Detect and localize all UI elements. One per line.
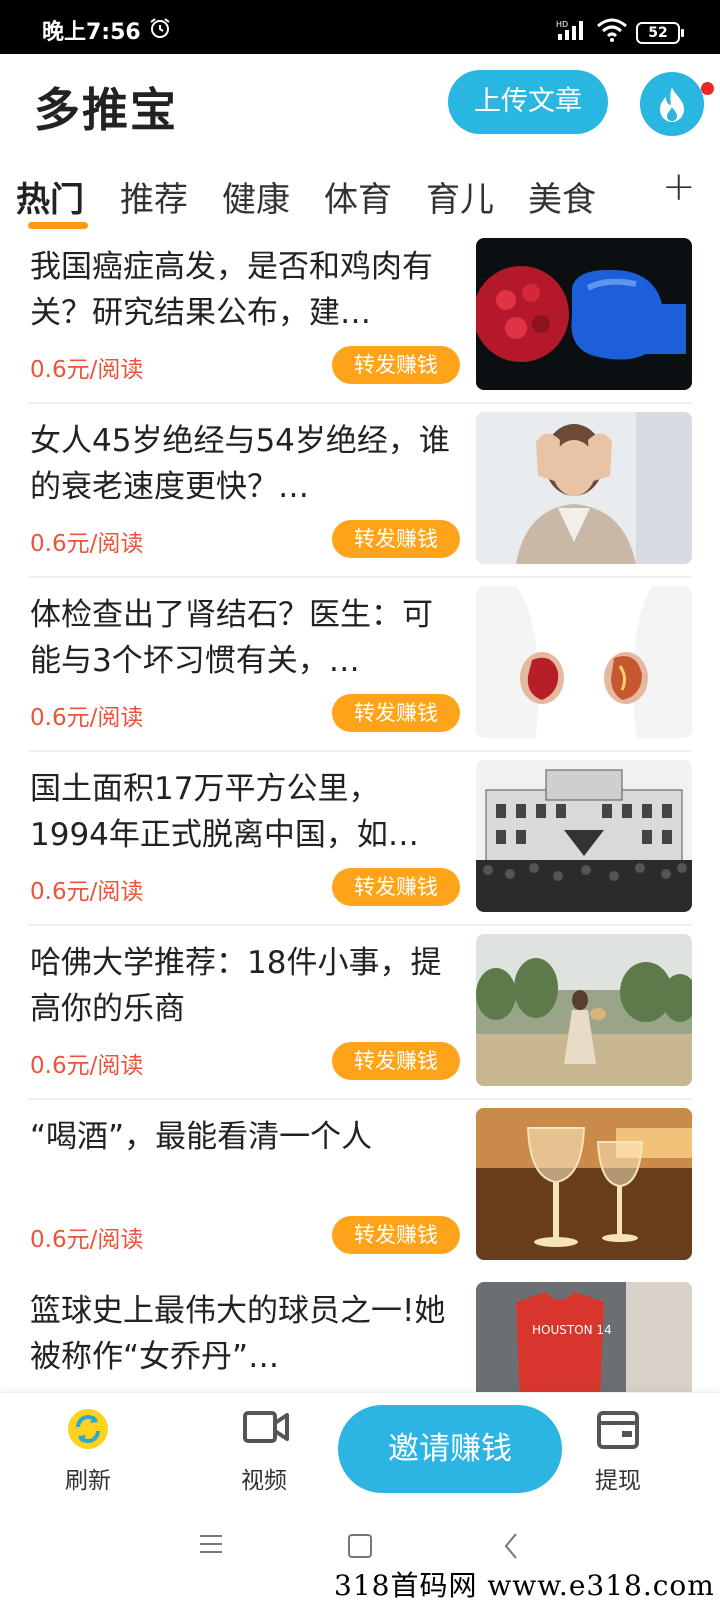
tab-hot[interactable]: 热门: [16, 172, 84, 221]
signal-icon: HD: [556, 20, 583, 40]
article-item[interactable]: 女人45岁绝经与54岁绝经，谁的衰老速度更快？… 0.6元/阅读 转发赚钱: [28, 412, 692, 588]
wine-glasses-image: [476, 1108, 692, 1260]
article-thumbnail[interactable]: [476, 238, 692, 390]
home-icon[interactable]: [348, 1534, 372, 1558]
article-item[interactable]: 国土面积17万平方公里，1994年正式脱离中国，如… 0.6元/阅读 转发赚钱: [28, 760, 692, 936]
article-thumbnail[interactable]: [476, 412, 692, 564]
jersey-team-text: HOUSTON 14: [532, 1323, 612, 1337]
invite-earn-button[interactable]: 邀请赚钱: [338, 1405, 562, 1493]
nav-withdraw-label: 提现: [595, 1468, 641, 1494]
divider: [28, 924, 692, 926]
divider: [28, 1098, 692, 1100]
share-earn-button[interactable]: 转发赚钱: [332, 868, 460, 906]
nav-withdraw[interactable]: 提现: [558, 1393, 678, 1505]
article-thumbnail[interactable]: [476, 760, 692, 912]
app-title: 多推宝: [34, 83, 178, 137]
article-title[interactable]: 篮球史上最伟大的球员之一!她被称作“女乔丹”…: [30, 1288, 450, 1380]
nav-refresh-label: 刷新: [65, 1468, 111, 1494]
category-tabs: 热门 推荐 健康 体育 育儿 美食 +: [0, 160, 720, 229]
flame-icon: [660, 87, 684, 122]
article-item[interactable]: 我国癌症高发，是否和鸡肉有关？研究结果公布，建… 0.6元/阅读 转发赚钱: [28, 238, 692, 414]
article-price: 0.6元/阅读: [30, 705, 144, 731]
article-title[interactable]: 女人45岁绝经与54岁绝经，谁的衰老速度更快？…: [30, 418, 450, 510]
upload-article-button[interactable]: 上传文章: [448, 70, 608, 134]
article-title[interactable]: 体检查出了肾结石？医生：可能与3个坏习惯有关，…: [30, 592, 450, 684]
tab-recommend[interactable]: 推荐: [120, 172, 188, 221]
nav-video-label: 视频: [241, 1468, 287, 1494]
status-bar: 晚上7:56 HD 52: [0, 0, 720, 54]
kidney-model-image: [476, 586, 692, 738]
article-price: 0.6元/阅读: [30, 1227, 144, 1253]
bottom-nav: 刷新 视频 邀请赚钱 提现: [0, 1392, 720, 1504]
woman-in-field-image: [476, 934, 692, 1086]
back-icon[interactable]: [502, 1532, 520, 1560]
article-thumbnail[interactable]: [476, 934, 692, 1086]
article-price: 0.6元/阅读: [30, 879, 144, 905]
share-earn-button[interactable]: 转发赚钱: [332, 1216, 460, 1254]
refresh-icon: [68, 1409, 108, 1449]
article-price: 0.6元/阅读: [30, 1053, 144, 1079]
article-title[interactable]: 哈佛大学推荐：18件小事，提高你的乐商: [30, 940, 450, 1032]
article-title[interactable]: 国土面积17万平方公里，1994年正式脱离中国，如…: [30, 766, 450, 858]
article-thumbnail[interactable]: [476, 1108, 692, 1260]
divider: [28, 576, 692, 578]
tab-food[interactable]: 美食: [528, 172, 596, 221]
hot-button[interactable]: [640, 72, 704, 136]
article-item[interactable]: 体检查出了肾结石？医生：可能与3个坏习惯有关，… 0.6元/阅读 转发赚钱: [28, 586, 692, 762]
video-icon: [243, 1411, 289, 1443]
historic-building-image: [476, 760, 692, 912]
divider: [28, 750, 692, 752]
article-thumbnail[interactable]: [476, 586, 692, 738]
article-item[interactable]: 哈佛大学推荐：18件小事，提高你的乐商 0.6元/阅读 转发赚钱: [28, 934, 692, 1110]
share-earn-button[interactable]: 转发赚钱: [332, 520, 460, 558]
divider: [28, 402, 692, 404]
share-earn-button[interactable]: 转发赚钱: [332, 694, 460, 732]
wallet-icon: [597, 1411, 639, 1449]
tab-sports[interactable]: 体育: [324, 172, 392, 221]
nav-video[interactable]: 视频: [204, 1393, 324, 1505]
article-item[interactable]: 篮球史上最伟大的球员之一!她被称作“女乔丹”… HOUSTON 14: [28, 1282, 692, 1392]
alarm-icon: [150, 18, 170, 38]
article-price: 0.6元/阅读: [30, 357, 144, 383]
article-title[interactable]: 我国癌症高发，是否和鸡肉有关？研究结果公布，建…: [30, 244, 450, 336]
active-tab-indicator: [28, 222, 88, 229]
article-title[interactable]: “喝酒”，最能看清一个人: [30, 1114, 450, 1160]
tab-parenting[interactable]: 育儿: [426, 172, 494, 221]
notification-dot: [701, 82, 714, 95]
nav-refresh[interactable]: 刷新: [28, 1393, 148, 1505]
article-thumbnail[interactable]: HOUSTON 14: [476, 1282, 692, 1392]
article-item[interactable]: “喝酒”，最能看清一个人 0.6元/阅读 转发赚钱: [28, 1108, 692, 1284]
svg-text:HD: HD: [556, 20, 568, 29]
add-tab-button[interactable]: +: [662, 164, 696, 210]
battery-indicator: 52: [636, 22, 684, 44]
share-earn-button[interactable]: 转发赚钱: [332, 1042, 460, 1080]
article-price: 0.6元/阅读: [30, 531, 144, 557]
basketball-jersey-image: HOUSTON 14: [476, 1282, 692, 1392]
status-time: 晚上7:56: [42, 20, 141, 45]
wifi-icon: [597, 18, 627, 42]
tab-health[interactable]: 健康: [222, 172, 290, 221]
watermark-text: 318首码网 www.e318.com: [334, 1569, 715, 1600]
stressed-woman-image: [476, 412, 692, 564]
recents-icon[interactable]: [198, 1532, 224, 1556]
share-earn-button[interactable]: 转发赚钱: [332, 346, 460, 384]
cancer-boxing-image: [476, 238, 692, 390]
